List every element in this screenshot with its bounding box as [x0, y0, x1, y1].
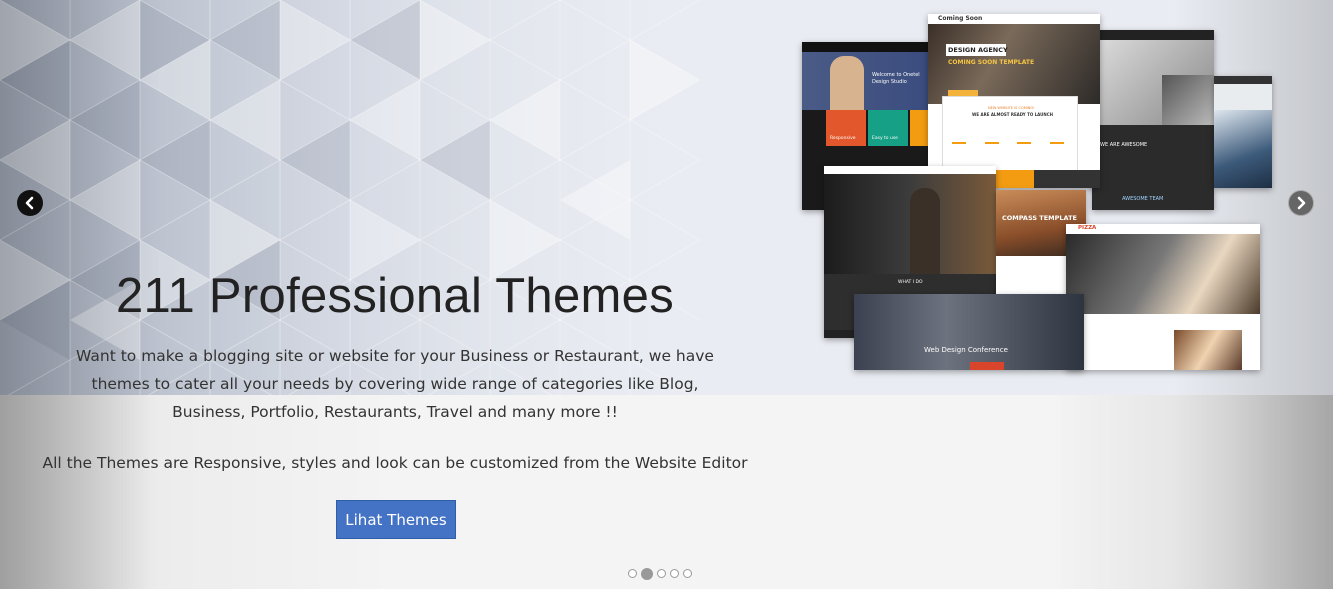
theme-preview-coming-soon: Coming Soon DESIGN AGENCY COMING SOON TE… — [928, 14, 1100, 188]
slide-pagination — [628, 567, 692, 580]
what-i-do-label: WHAT I DO — [898, 280, 923, 285]
pagination-dot-1[interactable] — [628, 569, 637, 578]
prev-slide-button[interactable] — [17, 190, 43, 216]
website-coming-label: NEW WEBSITE IS COMING! — [988, 106, 1035, 110]
hero-slider: WE ARE AWESOME AWESOME TEAM Welcome to O… — [0, 0, 1333, 589]
pagination-dot-5[interactable] — [683, 569, 692, 578]
slide-subdescription: All the Themes are Responsive, styles an… — [42, 454, 748, 472]
chevron-right-icon — [1297, 196, 1306, 210]
awesome-team-heading: AWESOME TEAM — [1122, 196, 1164, 202]
pizza-heading: PIZZA — [1078, 225, 1097, 231]
coming-soon-heading: Coming Soon — [938, 15, 983, 22]
coming-soon-template-label: COMING SOON TEMPLATE — [948, 59, 1035, 66]
theme-collage: WE ARE AWESOME AWESOME TEAM Welcome to O… — [802, 14, 1274, 370]
conference-heading: Web Design Conference — [924, 346, 1008, 354]
easy-tile-label: Easy to use — [872, 136, 898, 141]
almost-ready-label: WE ARE ALMOST READY TO LAUNCH — [972, 112, 1054, 117]
pagination-dot-2[interactable] — [641, 567, 653, 580]
responsive-tile-label: Responsive — [830, 136, 856, 141]
theme-preview-awesome: WE ARE AWESOME AWESOME TEAM — [1092, 30, 1214, 210]
slide-description: Want to make a blogging site or website … — [76, 347, 714, 421]
theme-preview-conference: Web Design Conference — [854, 294, 1084, 370]
chevron-left-icon — [25, 196, 34, 210]
pagination-dot-3[interactable] — [657, 569, 666, 578]
next-slide-button[interactable] — [1288, 190, 1314, 216]
awesome-heading: WE ARE AWESOME — [1100, 142, 1148, 148]
welcome-heading: Welcome to Onetel Design Studio — [872, 72, 920, 85]
compass-heading: COMPASS TEMPLATE — [1002, 214, 1077, 222]
theme-preview-pizza: PIZZA — [1066, 224, 1260, 370]
view-themes-button[interactable]: Lihat Themes — [336, 500, 456, 539]
slide-title: 211 Professional Themes — [115, 269, 674, 323]
design-agency-label: DESIGN AGENCY — [948, 46, 1008, 54]
theme-preview-mountain — [1214, 76, 1272, 188]
pagination-dot-4[interactable] — [670, 569, 679, 578]
